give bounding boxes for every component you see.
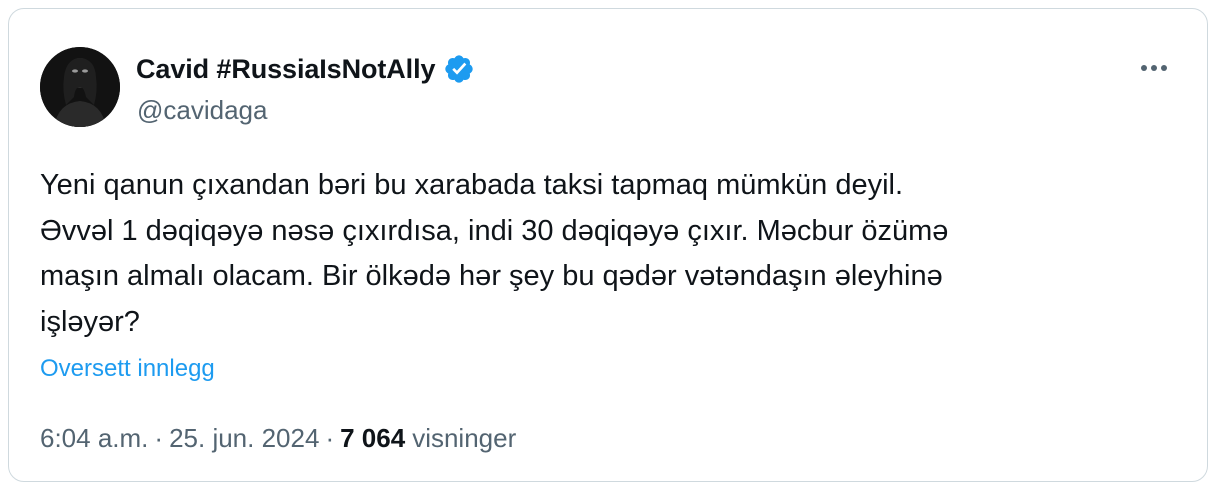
user-name-row: Cavid #RussiaIsNotAlly [136, 53, 475, 85]
avatar[interactable] [40, 47, 120, 127]
tweet-date[interactable]: 25. jun. 2024 [169, 423, 319, 454]
views-label[interactable]: visninger [412, 423, 516, 454]
dot [1151, 65, 1157, 71]
more-options-icon[interactable] [1131, 55, 1177, 81]
tweet-time[interactable]: 6:04 a.m. [40, 423, 148, 454]
verified-badge-icon[interactable] [443, 53, 475, 85]
display-name[interactable]: Cavid #RussiaIsNotAlly [136, 54, 436, 85]
dot [1161, 65, 1167, 71]
meta-separator: · [325, 423, 335, 453]
tweet-text: Yeni qanun çıxandan bəri bu xarabada tak… [40, 169, 949, 338]
avatar-image [40, 47, 120, 127]
tweet-meta: 6:04 a.m. · 25. jun. 2024 · 7 064 visnin… [40, 423, 516, 454]
dot [1141, 65, 1147, 71]
tweet-card: Cavid #RussiaIsNotAlly @cavidaga Yeni qa… [8, 8, 1208, 482]
meta-separator: · [154, 423, 164, 453]
user-handle[interactable]: @cavidaga [137, 95, 267, 126]
translate-post-link[interactable]: Oversett innlegg [40, 355, 215, 383]
views-count[interactable]: 7 064 [340, 423, 405, 454]
